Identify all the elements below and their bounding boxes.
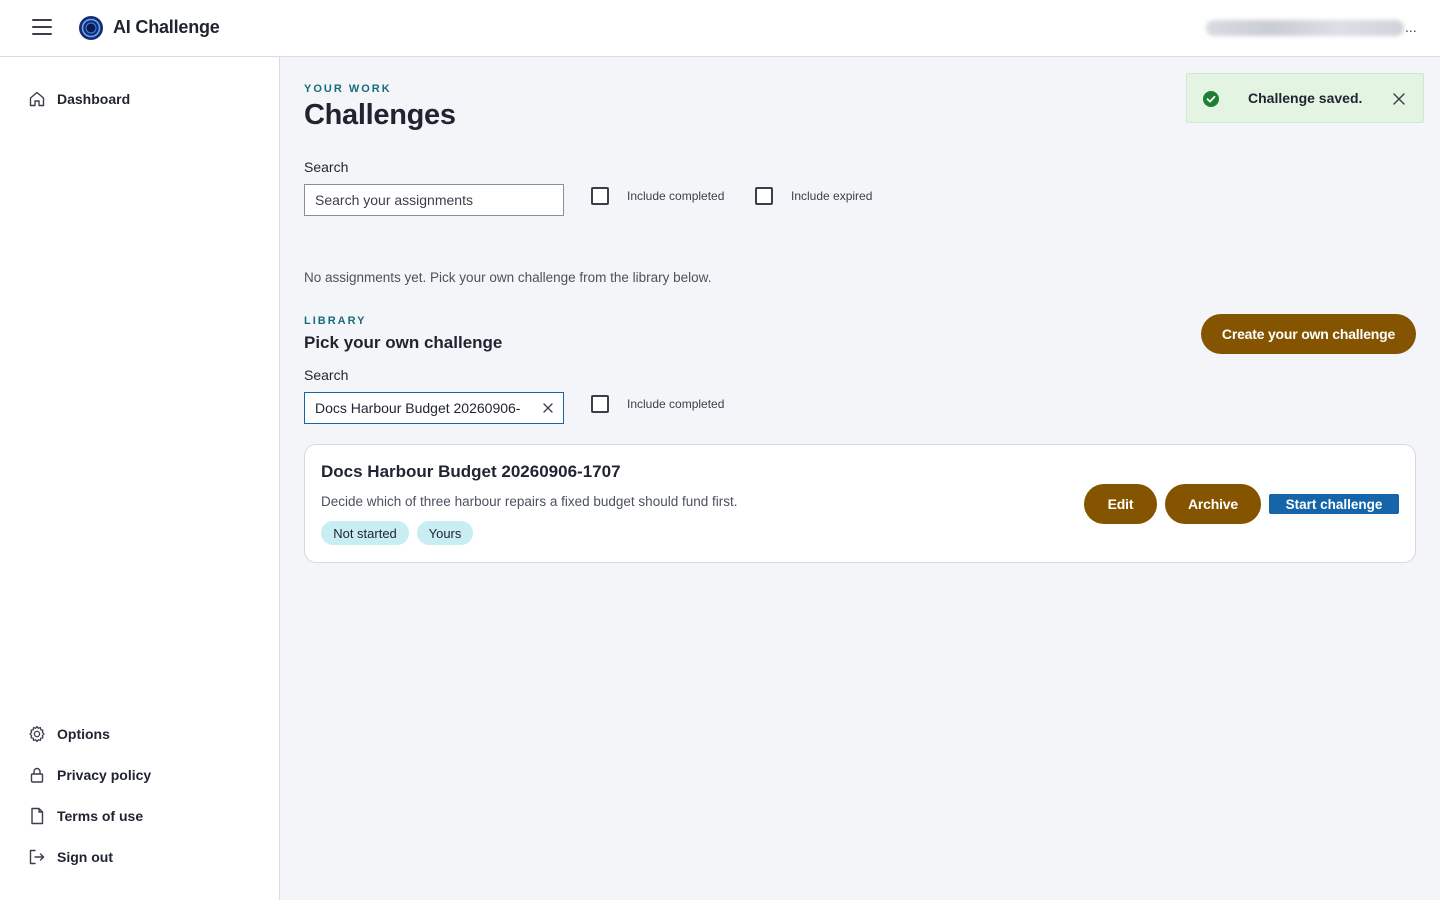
sidebar-item-options[interactable]: Options: [28, 722, 110, 746]
challenge-description: Decide which of three harbour repairs a …: [321, 494, 738, 509]
checkbox-label: Include completed: [627, 397, 725, 411]
checkbox-box[interactable]: [591, 395, 609, 413]
sidebar: Dashboard Options Privacy policy Terms o…: [0, 57, 280, 900]
library-search-input[interactable]: [305, 393, 563, 423]
checkbox-label: Include expired: [791, 189, 873, 203]
status-badge: Not started: [321, 521, 409, 545]
sidebar-item-label: Terms of use: [57, 808, 144, 824]
library-title: Pick your own challenge: [304, 333, 503, 352]
sidebar-item-label: Privacy policy: [57, 767, 152, 783]
assignments-search-input[interactable]: [305, 185, 563, 215]
check-circle-icon: [1203, 91, 1219, 107]
menu-icon[interactable]: [32, 19, 52, 37]
app-logo-icon: [79, 16, 103, 40]
checkbox-label: Include completed: [627, 189, 725, 203]
library-eyebrow: LIBRARY: [304, 315, 367, 327]
include-expired-checkbox[interactable]: Include expired: [755, 187, 872, 205]
sidebar-item-privacy-policy[interactable]: Privacy policy: [28, 763, 151, 787]
clear-search-icon[interactable]: [541, 401, 555, 415]
assignments-search-box: [304, 184, 564, 216]
checkbox-box[interactable]: [755, 187, 773, 205]
sidebar-item-dashboard[interactable]: Dashboard: [28, 87, 130, 111]
sidebar-item-label: Sign out: [57, 849, 113, 865]
create-challenge-button[interactable]: Create your own challenge: [1201, 314, 1416, 354]
include-completed-checkbox[interactable]: Include completed: [591, 187, 724, 205]
main-content: YOUR WORK Challenges Search Include comp…: [280, 57, 1440, 900]
gear-icon: [29, 725, 45, 743]
library-search-box: [304, 392, 564, 424]
toast-message: Challenge saved.: [1248, 90, 1363, 106]
user-menu-ellipsis[interactable]: ...: [1405, 19, 1417, 35]
library-search-label: Search: [304, 367, 349, 383]
success-toast: Challenge saved.: [1186, 73, 1424, 123]
sign-out-icon: [29, 849, 45, 865]
empty-assignments-note: No assignments yet. Pick your own challe…: [304, 270, 712, 285]
sidebar-item-sign-out[interactable]: Sign out: [28, 845, 113, 869]
checkbox-box[interactable]: [591, 187, 609, 205]
challenge-title: Docs Harbour Budget 20260906-1707: [321, 462, 621, 481]
start-challenge-button[interactable]: Start challenge: [1269, 494, 1399, 514]
sidebar-item-label: Dashboard: [57, 91, 131, 107]
close-icon[interactable]: [1392, 92, 1406, 106]
document-icon: [31, 807, 44, 825]
edit-button[interactable]: Edit: [1084, 484, 1157, 524]
archive-button[interactable]: Archive: [1165, 484, 1261, 524]
sidebar-item-label: Options: [57, 726, 110, 742]
assignments-search-label: Search: [304, 159, 349, 175]
home-icon: [29, 91, 45, 107]
sidebar-item-terms-of-use[interactable]: Terms of use: [28, 804, 143, 828]
library-include-completed-checkbox[interactable]: Include completed: [591, 395, 724, 413]
page-title: Challenges: [304, 99, 456, 131]
lock-icon: [30, 767, 44, 783]
your-work-eyebrow: YOUR WORK: [304, 83, 392, 95]
top-bar: AI Challenge ...: [0, 0, 1440, 57]
challenge-card: Docs Harbour Budget 20260906-1707 Decide…: [304, 444, 1416, 563]
app-title: AI Challenge: [113, 17, 220, 37]
user-name-redacted[interactable]: [1206, 20, 1404, 36]
ownership-badge: Yours: [417, 521, 473, 545]
